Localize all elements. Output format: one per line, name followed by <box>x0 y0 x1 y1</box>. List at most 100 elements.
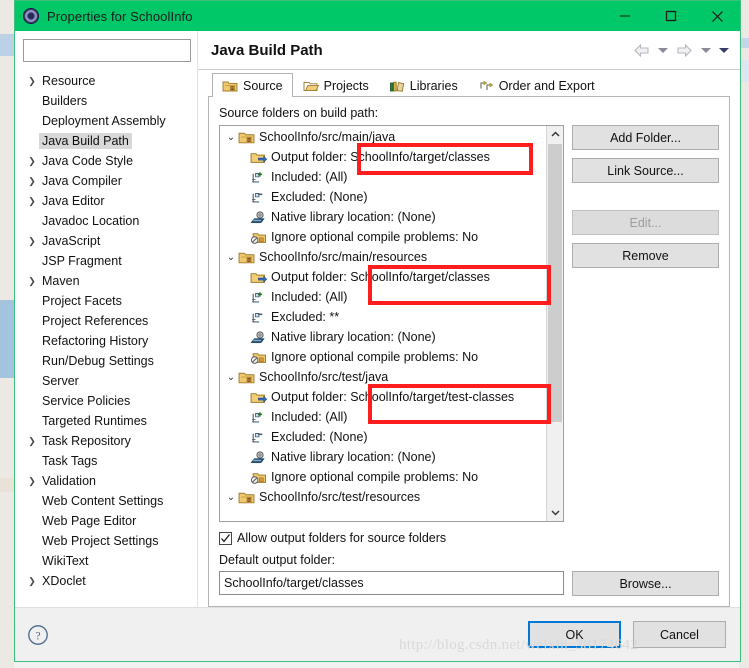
tree-row-label: SchoolInfo/src/test/resources <box>259 490 421 504</box>
tree-vertical-scrollbar[interactable] <box>546 126 563 521</box>
sidebar-item-label: WikiText <box>42 554 89 568</box>
tree-row[interactable]: Native library location: (None) <box>220 447 546 467</box>
properties-dialog: Properties for SchoolInfo ❯ Resource Bui… <box>14 0 741 662</box>
sidebar-item-javadoc-location[interactable]: Javadoc Location <box>15 211 197 231</box>
tab-libraries[interactable]: Libraries <box>379 73 468 97</box>
sidebar-item-resource[interactable]: ❯ Resource <box>15 71 197 91</box>
help-question-icon[interactable]: ? <box>27 624 49 646</box>
sidebar-item-service-policies[interactable]: Service Policies <box>15 391 197 411</box>
sidebar-item-run-debug-settings[interactable]: Run/Debug Settings <box>15 351 197 371</box>
tree-row[interactable]: Excluded: (None) <box>220 427 546 447</box>
page-nav-controls <box>630 41 732 60</box>
tree-row[interactable]: Output folder: SchoolInfo/target/classes <box>220 267 546 287</box>
background-chip <box>0 478 14 492</box>
sidebar-item-task-tags[interactable]: Task Tags <box>15 451 197 471</box>
tab-projects[interactable]: Projects <box>293 73 379 97</box>
chevron-up-icon[interactable] <box>547 126 563 143</box>
tree-row[interactable]: Ignore optional compile problems: No <box>220 467 546 487</box>
allow-output-folders-checkbox[interactable] <box>219 531 232 545</box>
chevron-down-filled-icon[interactable] <box>716 46 732 55</box>
maximize-button[interactable] <box>648 1 694 31</box>
sidebar-item-jsp-fragment[interactable]: JSP Fragment <box>15 251 197 271</box>
tree-row-label: SchoolInfo/src/main/resources <box>259 250 428 264</box>
tree-row[interactable]: Output folder: SchoolInfo/target/test-cl… <box>220 387 546 407</box>
sidebar-item-maven[interactable]: ❯ Maven <box>15 271 197 291</box>
sidebar-item-web-project-settings[interactable]: Web Project Settings <box>15 531 197 551</box>
chevron-right-icon[interactable]: ❯ <box>25 236 39 246</box>
chevron-down-icon[interactable]: ⌄ <box>224 372 238 383</box>
arrow-left-icon[interactable] <box>630 41 653 60</box>
tree-row[interactable]: Excluded: ** <box>220 307 546 327</box>
chevron-right-icon[interactable]: ❯ <box>25 196 39 206</box>
sidebar-item-java-build-path[interactable]: Java Build Path <box>15 131 197 151</box>
tree-row[interactable]: ⌄ SchoolInfo/src/test/java <box>220 367 546 387</box>
minimize-button[interactable] <box>602 1 648 31</box>
tree-row[interactable]: Included: (All) <box>220 407 546 427</box>
tree-row[interactable]: Native library location: (None) <box>220 327 546 347</box>
chevron-right-icon[interactable]: ❯ <box>25 176 39 186</box>
tree-row[interactable]: Ignore optional compile problems: No <box>220 347 546 367</box>
sidebar-item-web-page-editor[interactable]: Web Page Editor <box>15 511 197 531</box>
chevron-down-icon[interactable] <box>698 46 714 55</box>
tab-bar: Source Projects Libraries Order and Export <box>198 70 740 97</box>
arrow-right-icon[interactable] <box>673 41 696 60</box>
tree-row[interactable]: Output folder: SchoolInfo/target/classes <box>220 147 546 167</box>
exclude-icon <box>250 430 271 445</box>
tab-label: Order and Export <box>498 78 595 93</box>
scrollbar-thumb[interactable] <box>548 144 562 422</box>
tree-row[interactable]: Included: (All) <box>220 167 546 187</box>
sidebar-item-refactoring-history[interactable]: Refactoring History <box>15 331 197 351</box>
chevron-down-icon[interactable]: ⌄ <box>224 252 238 263</box>
sidebar-item-java-compiler[interactable]: ❯ Java Compiler <box>15 171 197 191</box>
source-folders-tree[interactable]: ⌄ SchoolInfo/src/main/java Output folder: … <box>219 125 564 522</box>
chevron-down-icon[interactable]: ⌄ <box>224 132 238 143</box>
sidebar-item-label: Web Content Settings <box>42 494 164 508</box>
sidebar-item-javascript[interactable]: ❯ JavaScript <box>15 231 197 251</box>
link-source-button[interactable]: Link Source... <box>572 158 719 183</box>
sidebar-item-label: Deployment Assembly <box>42 114 166 128</box>
filter-input[interactable] <box>23 39 191 62</box>
sidebar-item-wikitext[interactable]: WikiText <box>15 551 197 571</box>
tree-row[interactable]: Native library location: (None) <box>220 207 546 227</box>
chevron-right-icon[interactable]: ❯ <box>25 476 39 486</box>
sidebar-item-deployment-assembly[interactable]: Deployment Assembly <box>15 111 197 131</box>
tree-row[interactable]: ⌄ SchoolInfo/src/main/resources <box>220 247 546 267</box>
sidebar-item-label: Task Repository <box>42 434 131 448</box>
remove-button[interactable]: Remove <box>572 243 719 268</box>
tab-order-and-export[interactable]: Order and Export <box>468 73 605 97</box>
sidebar-item-builders[interactable]: Builders <box>15 91 197 111</box>
default-output-folder-input[interactable] <box>219 571 564 595</box>
tree-row[interactable]: Ignore optional compile problems: No <box>220 227 546 247</box>
chevron-down-icon[interactable]: ⌄ <box>224 492 238 503</box>
tab-source[interactable]: Source <box>212 73 293 97</box>
sidebar-item-task-repository[interactable]: ❯ Task Repository <box>15 431 197 451</box>
sidebar-item-java-code-style[interactable]: ❯ Java Code Style <box>15 151 197 171</box>
tree-row[interactable]: ⌄ SchoolInfo/src/main/java <box>220 127 546 147</box>
sidebar-item-xdoclet[interactable]: ❯ XDoclet <box>15 571 197 591</box>
chevron-right-icon[interactable]: ❯ <box>25 576 39 586</box>
sidebar-item-project-references[interactable]: Project References <box>15 311 197 331</box>
sidebar-item-project-facets[interactable]: Project Facets <box>15 291 197 311</box>
add-folder-button[interactable]: Add Folder... <box>572 125 719 150</box>
browse-button[interactable]: Browse... <box>572 571 719 596</box>
background-chip <box>0 300 14 378</box>
chevron-right-icon[interactable]: ❯ <box>25 76 39 86</box>
chevron-down-icon[interactable] <box>655 46 671 55</box>
chevron-right-icon[interactable]: ❯ <box>25 436 39 446</box>
sidebar-item-validation[interactable]: ❯ Validation <box>15 471 197 491</box>
chevron-right-icon[interactable]: ❯ <box>25 156 39 166</box>
settings-nav-tree[interactable]: ❯ Resource Builders Deployment Assembly Java… <box>15 69 197 607</box>
tree-row[interactable]: ⌄ SchoolInfo/src/test/resources <box>220 487 546 507</box>
sidebar-item-targeted-runtimes[interactable]: Targeted Runtimes <box>15 411 197 431</box>
tree-row-label: Native library location: (None) <box>271 330 436 344</box>
chevron-down-icon[interactable] <box>547 504 563 521</box>
cancel-button[interactable]: Cancel <box>633 621 726 648</box>
sidebar-item-web-content-settings[interactable]: Web Content Settings <box>15 491 197 511</box>
chevron-right-icon[interactable]: ❯ <box>25 276 39 286</box>
sidebar-item-server[interactable]: Server <box>15 371 197 391</box>
tree-row[interactable]: Excluded: (None) <box>220 187 546 207</box>
close-button[interactable] <box>694 1 740 31</box>
sidebar-item-java-editor[interactable]: ❯ Java Editor <box>15 191 197 211</box>
allow-output-folders-row[interactable]: Allow output folders for source folders <box>219 531 719 545</box>
tree-row[interactable]: Included: (All) <box>220 287 546 307</box>
